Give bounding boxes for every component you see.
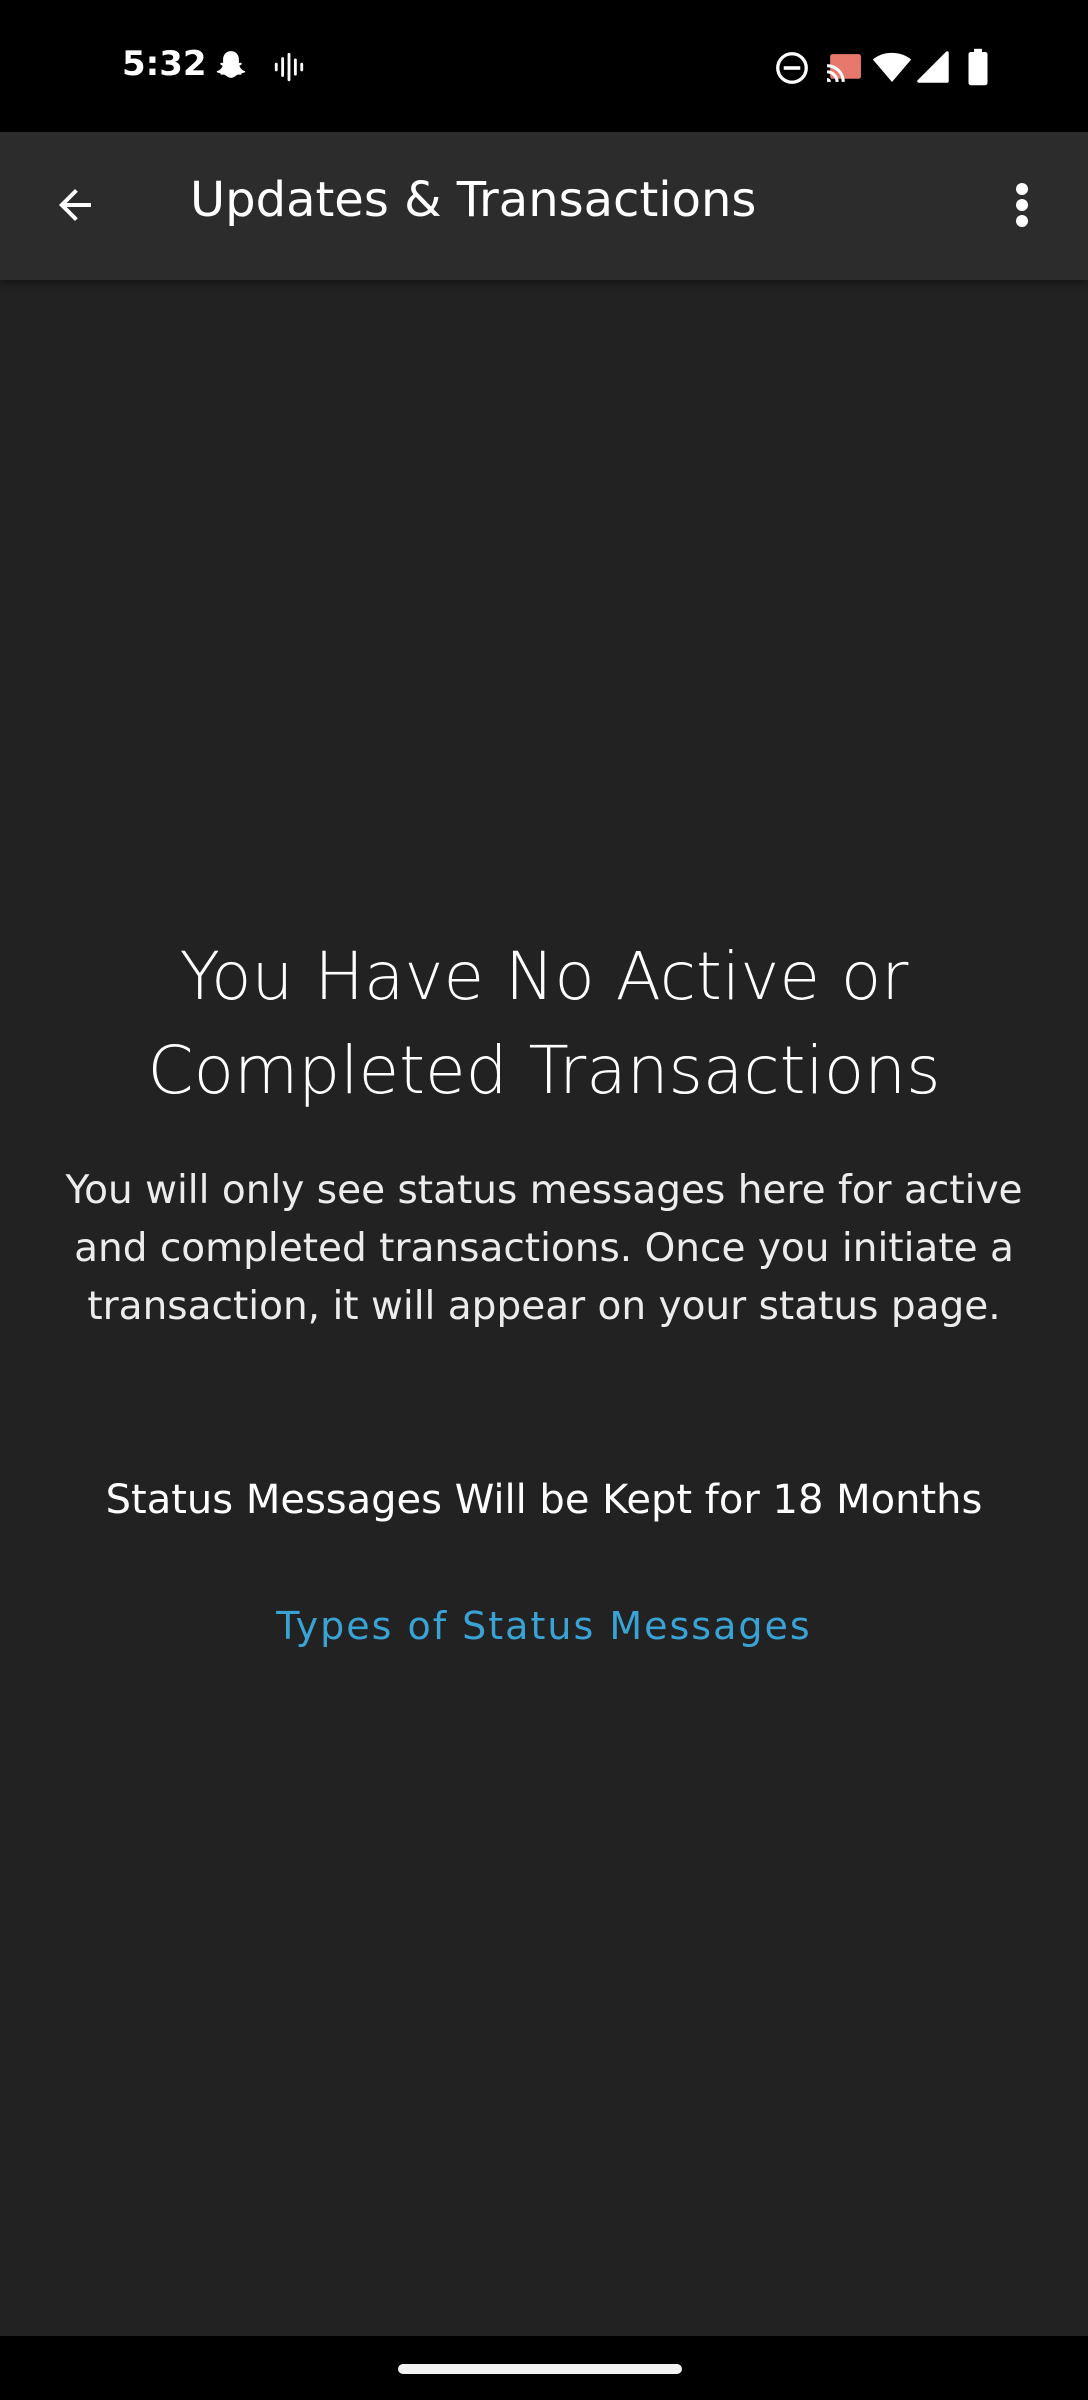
overflow-menu-button[interactable]: [996, 170, 1048, 240]
voice-waveform-icon: [274, 52, 304, 82]
main-content: You Have No Active or Completed Transact…: [0, 280, 1088, 2336]
empty-state-title: You Have No Active or Completed Transact…: [147, 938, 941, 1109]
cast-icon: [826, 54, 861, 83]
navigation-bar: [0, 2336, 1088, 2400]
app-bar: Updates & Transactions: [0, 132, 1088, 280]
battery-icon: [968, 48, 988, 86]
status-bar: 5:32: [0, 0, 1088, 132]
empty-state-description: You will only see status messages here f…: [65, 1168, 1023, 1329]
screen: 5:32 Updates & Transactions You Have No …: [0, 0, 1088, 2400]
types-of-status-messages-link[interactable]: Types of Status Messages: [44, 1598, 1044, 1654]
wifi-icon: [872, 52, 912, 82]
do-not-disturb-icon: [776, 52, 808, 84]
page-title: Updates & Transactions: [190, 172, 757, 228]
status-time: 5:32: [122, 44, 207, 84]
back-button[interactable]: [40, 170, 110, 240]
home-gesture-handle[interactable]: [398, 2364, 682, 2374]
arrow-back-icon: [59, 189, 91, 221]
snapchat-icon: [216, 51, 246, 78]
retention-note: Status Messages Will be Kept for 18 Mont…: [105, 1477, 983, 1523]
more-vert-icon: [1016, 183, 1028, 227]
signal-icon: [917, 51, 949, 83]
